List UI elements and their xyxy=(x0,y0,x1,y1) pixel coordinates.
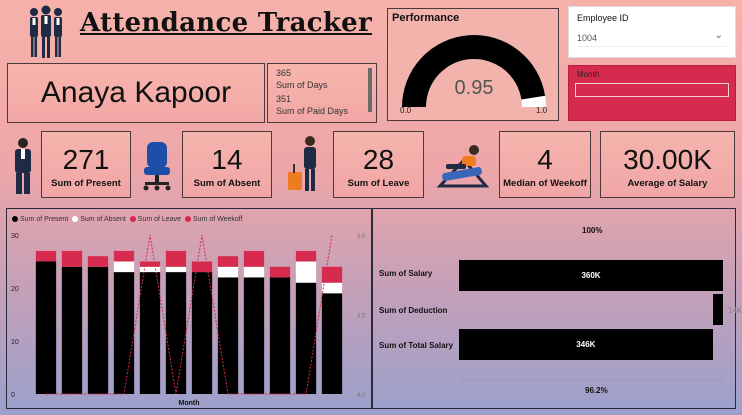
y2-tick-label: 5.0 xyxy=(357,234,366,240)
bar-segment xyxy=(113,261,135,273)
kpi-leave: 28 Sum of Leave xyxy=(333,131,424,198)
kpi-absent: 14 Sum of Absent xyxy=(182,131,272,198)
kpi-weekoff: 4 Median of Weekoff xyxy=(499,131,591,198)
y-tick-label: 20 xyxy=(11,286,19,293)
deduction-value: 14K xyxy=(728,306,742,315)
salary-row-label: Sum of Salary xyxy=(379,269,433,278)
kpi-present-label: Sum of Present xyxy=(51,178,121,189)
kpi-salary-label: Average of Salary xyxy=(627,178,708,189)
bar-segment xyxy=(243,266,265,278)
total-salary-row-label: Sum of Total Salary xyxy=(379,341,454,350)
bar-segment xyxy=(321,282,343,294)
bar-segment xyxy=(269,266,291,278)
bar-segment xyxy=(113,272,135,394)
bar-segment xyxy=(165,266,187,273)
y-tick-label: 30 xyxy=(11,233,19,240)
employee-name-card: Anaya Kapoor xyxy=(7,63,265,123)
office-chair-icon xyxy=(139,140,175,197)
salary-bottom-percent: 96.2% xyxy=(585,386,608,395)
bar-segment xyxy=(165,272,187,394)
bar-segment xyxy=(61,250,83,267)
team-logo-icon xyxy=(22,4,70,60)
employee-id-label: Employee ID xyxy=(577,13,629,23)
total-salary-bar: 346K xyxy=(459,329,713,360)
kpi-leave-value: 28 xyxy=(362,144,395,175)
kpi-present-value: 271 xyxy=(62,144,110,175)
bar-segment xyxy=(35,250,57,262)
bar-segment xyxy=(295,261,317,283)
employee-id-slicer[interactable]: Employee ID 1004 ⌄ xyxy=(568,6,736,58)
days-value: 365 xyxy=(276,68,292,78)
y2-tick-label: 4.5 xyxy=(357,314,366,320)
paid-days-label: Sum of Paid Days xyxy=(276,105,349,116)
performance-gauge-card: Performance 0.95 0.0 1.0 xyxy=(387,8,559,121)
scrollbar[interactable] xyxy=(368,68,372,112)
bar-segment xyxy=(217,277,239,394)
bar-segment xyxy=(87,266,109,394)
bar-segment xyxy=(139,266,161,273)
kpi-weekoff-label: Median of Weekoff xyxy=(503,178,587,189)
attendance-chart-svg: 0 10 20 30 4.0 4.5 5.0 Month xyxy=(11,233,366,407)
bar-segment xyxy=(243,277,265,394)
performance-gauge: 0.95 0.0 1.0 xyxy=(400,35,548,115)
kpi-weekoff-value: 4 xyxy=(537,144,553,175)
performance-value: 0.95 xyxy=(455,77,494,99)
monthly-attendance-chart: Sum of Present Sum of Absent Sum of Leave S… xyxy=(6,208,372,409)
bar-segment xyxy=(321,266,343,283)
bar-segment xyxy=(87,256,109,267)
paid-days-value: 351 xyxy=(276,94,292,104)
kpi-salary-value: 30.00K xyxy=(623,144,712,175)
deduction-row-label: Sum of Deduction xyxy=(379,306,448,315)
y-tick-label: 10 xyxy=(11,339,19,346)
relaxing-chair-icon xyxy=(434,140,494,197)
gauge-min: 0.0 xyxy=(400,106,412,115)
bar-segment xyxy=(217,256,239,267)
employee-id-value: 1004 xyxy=(577,33,598,43)
kpi-present: 271 Sum of Present xyxy=(41,131,131,198)
waterfall-bracket xyxy=(461,374,723,381)
traveler-suitcase-icon xyxy=(284,134,324,201)
kpi-absent-label: Sum of Absent xyxy=(193,178,261,189)
bar-segment xyxy=(139,272,161,394)
y2-tick-label: 4.0 xyxy=(357,393,366,399)
bar-segment xyxy=(269,277,291,394)
bar-segment xyxy=(191,261,213,273)
businessman-icon xyxy=(10,136,36,201)
kpi-salary: 30.00K Average of Salary xyxy=(600,131,735,198)
bar-segment xyxy=(191,272,213,394)
month-slicer[interactable]: Month xyxy=(568,65,736,121)
kpi-absent-value: 14 xyxy=(211,144,243,175)
bar-segment xyxy=(113,250,135,262)
month-input[interactable] xyxy=(575,83,729,97)
salary-top-percent: 100% xyxy=(582,226,603,235)
bar-segment xyxy=(61,266,83,394)
chevron-down-icon[interactable]: ⌄ xyxy=(715,30,723,41)
bar-segment xyxy=(139,261,161,267)
bar-segment xyxy=(295,250,317,262)
bar-segment xyxy=(217,266,239,278)
salary-bar: 360K xyxy=(459,260,723,291)
y-tick-label: 0 xyxy=(11,392,15,399)
bar-segment xyxy=(165,250,187,267)
page-title: Attendance Tracker xyxy=(80,8,373,38)
bar-segment xyxy=(295,282,317,394)
gauge-max: 1.0 xyxy=(536,106,548,115)
month-label: Month xyxy=(577,70,600,79)
bar-segment xyxy=(35,261,57,394)
employee-name: Anaya Kapoor xyxy=(40,76,232,109)
bar-segment xyxy=(321,293,343,394)
x-axis-label: Month xyxy=(179,400,200,407)
employee-id-dropdown[interactable]: 1004 ⌄ xyxy=(577,29,727,47)
kpi-leave-label: Sum of Leave xyxy=(347,178,410,189)
salary-breakdown-chart: 100% Sum of Salary 360K Sum of Deduction… xyxy=(372,208,742,409)
bar-segment xyxy=(243,250,265,267)
days-summary-card: 365 Sum of Days 351 Sum of Paid Days xyxy=(267,63,377,123)
days-label: Sum of Days xyxy=(276,79,328,90)
deduction-bar xyxy=(712,294,723,325)
